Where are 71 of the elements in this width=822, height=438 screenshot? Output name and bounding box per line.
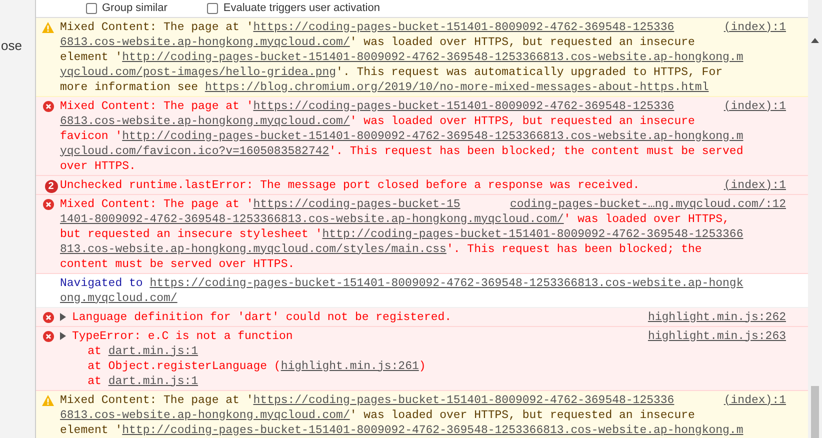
message-text: Language definition for 'dart' could not be registered. xyxy=(72,310,452,324)
message-text: but requested an insecure stylesheet ' xyxy=(60,226,322,242)
url-link[interactable]: https://coding-pages-bucket-151401-8009092-4762-369548-125336 xyxy=(253,392,674,408)
message-text: Mixed Content: The page at ' xyxy=(60,20,254,34)
source-link[interactable]: (index):1 xyxy=(718,98,786,114)
url-link[interactable]: https://coding-pages-bucket-151401-8009092-4762-369548-1253366813.cos-website.ap-hongk xyxy=(150,276,744,290)
message-text: more information see xyxy=(60,80,200,94)
message-text: ) xyxy=(418,358,426,374)
url-link[interactable]: dart.min.js:1 xyxy=(108,344,198,358)
message-text: Mixed Content: The page at ' xyxy=(60,392,254,408)
checkbox[interactable] xyxy=(86,3,97,14)
option-label: Group similar xyxy=(102,1,168,16)
message-text: at xyxy=(86,374,102,388)
message-text: Mixed Content: The page at ' xyxy=(60,196,254,212)
message-text: '. This request has been blocked; the content must be served xyxy=(329,144,744,158)
option-label: Evaluate triggers user activation xyxy=(223,1,380,16)
message-text: '. This request has been blocked; the xyxy=(446,242,702,256)
message-text: ' was loaded over HTTPS, but requested an insecure xyxy=(350,34,695,50)
url-link[interactable]: 6813.cos-website.ap-hongkong.myqcloud.com/ xyxy=(60,408,350,422)
url-link[interactable]: https://coding-pages-bucket-151401-8009092-4762-369548-125336 xyxy=(253,20,674,34)
error-icon xyxy=(42,100,54,112)
url-link[interactable]: https://coding-pages-bucket-15 xyxy=(253,196,460,212)
scroll-up-arrow-icon[interactable] xyxy=(811,38,819,43)
error-icon xyxy=(42,312,54,322)
source-link[interactable]: (index):1 xyxy=(718,392,786,408)
source-link[interactable]: (index):1 xyxy=(718,20,786,34)
error-icon xyxy=(42,198,54,210)
expand-triangle-icon[interactable] xyxy=(60,313,66,321)
warning-icon xyxy=(42,394,54,406)
source-link[interactable]: (index):1 xyxy=(718,178,786,192)
url-link[interactable]: ong.myqcloud.com/ xyxy=(60,290,178,306)
message-text: at xyxy=(86,344,102,358)
url-link[interactable]: 1401-8009092-4762-369548-1253366813.cos-website.ap-hongkong.myqcloud.com/ xyxy=(60,212,564,226)
message-text: over HTTPS. xyxy=(60,158,136,174)
url-link[interactable]: http://coding-pages-bucket-151401-8009092-4762-369548-1253366813.cos-website.ap-hongkong.m xyxy=(122,422,744,438)
message-text: element ' xyxy=(60,50,122,64)
url-link[interactable]: http://coding-pages-bucket-151401-8009092-4762-369548-1253366 xyxy=(322,226,744,242)
message-text: Mixed Content: The page at ' xyxy=(60,98,254,114)
url-link[interactable]: yqcloud.com/post-images/hello-gridea.png xyxy=(60,64,336,80)
message-text: Navigated to xyxy=(60,276,144,290)
message-text: Unchecked runtime.lastError: The message port closed before a response was received. xyxy=(60,178,640,192)
source-link[interactable]: highlight.min.js:263 xyxy=(642,328,786,344)
message-text: at Object.registerLanguage ( xyxy=(86,358,281,374)
url-link[interactable]: https://coding-pages-bucket-151401-8009092-4762-369548-125336 xyxy=(253,98,674,114)
message-text: ' was loaded over HTTPS, but requested an insecure xyxy=(350,408,695,422)
expand-triangle-icon[interactable] xyxy=(60,332,66,340)
scrollbar[interactable] xyxy=(808,0,822,438)
url-link[interactable]: 6813.cos-website.ap-hongkong.myqcloud.com/ xyxy=(60,114,350,128)
url-link[interactable]: http://coding-pages-bucket-151401-8009092-4762-369548-1253366813.cos-website.ap-hongkong.m xyxy=(122,50,744,64)
scrollbar-thumb[interactable] xyxy=(811,386,819,438)
checkbox[interactable] xyxy=(207,3,218,14)
url-link[interactable]: highlight.min.js:261 xyxy=(280,358,419,374)
message-text: ' was loaded over HTTPS, xyxy=(564,212,730,226)
url-link[interactable]: http://coding-pages-bucket-151401-8009092-4762-369548-1253366813.cos-website.ap-hongkong.m xyxy=(122,128,744,144)
url-link[interactable]: https://blog.chromium.org/2019/10/no-more-mixed-messages-about-https.html xyxy=(204,80,709,94)
url-link[interactable]: dart.min.js:1 xyxy=(108,374,198,388)
message-text: favicon ' xyxy=(60,128,122,144)
url-link[interactable]: 6813.cos-website.ap-hongkong.myqcloud.com/ xyxy=(60,34,350,50)
message-text: element ' xyxy=(60,422,122,438)
message-text: content must be served over HTTPS. xyxy=(60,256,295,272)
url-link[interactable]: yqcloud.com/favicon.ico?v=1605083582742 xyxy=(60,144,330,158)
warning-icon xyxy=(42,22,54,32)
source-link[interactable]: highlight.min.js:262 xyxy=(642,310,786,324)
repeat-count-badge: 2 xyxy=(44,180,58,192)
message-text: TypeError: e.C is not a function xyxy=(72,328,293,344)
url-link[interactable]: 813.cos-website.ap-hongkong.myqcloud.com/styles/main.css xyxy=(60,242,446,256)
message-text: ' was loaded over HTTPS, but requested an insecure xyxy=(350,114,695,128)
message-text: '. This request was automatically upgraded to HTTPS, For xyxy=(336,64,723,80)
source-link[interactable]: coding-pages-bucket-…ng.myqcloud.com/:12 xyxy=(504,196,786,212)
panel-label: ose xyxy=(0,37,23,55)
error-icon xyxy=(42,330,54,342)
